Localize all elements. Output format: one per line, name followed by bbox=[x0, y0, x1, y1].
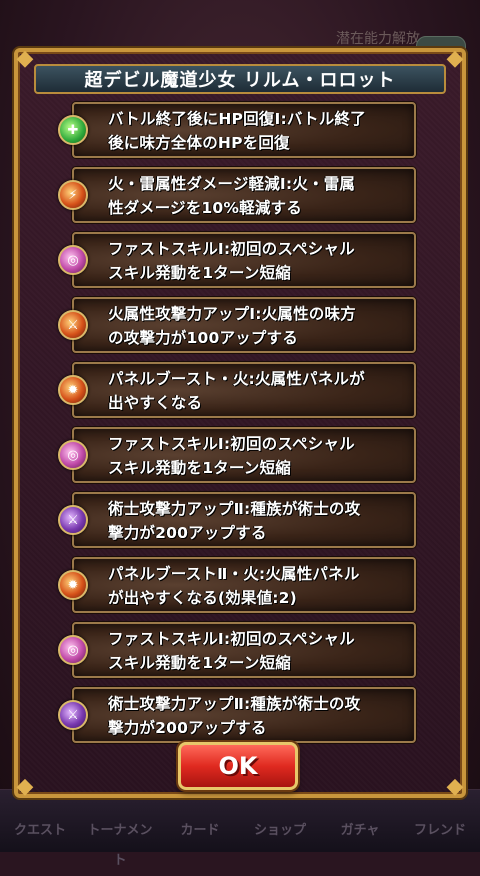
fire-thunder-resist-icon: ⚡ bbox=[58, 180, 88, 210]
ability-item: ⚔ 火属性攻撃力アップⅠ:火属性の味方 の攻撃力が100アップする bbox=[58, 297, 416, 353]
panel-boost-fire-icon: ✹ bbox=[58, 570, 88, 600]
ability-description: ファストスキルⅠ:初回のスペシャル スキル発動を1ターン短縮 bbox=[108, 630, 355, 672]
tab-tournament: トーナメント bbox=[87, 823, 153, 868]
mage-attack-up-icon: ⚔ bbox=[58, 700, 88, 730]
ability-description: パネルブースト・火:火属性パネルが 出やすくなる bbox=[108, 370, 365, 412]
tab-gacha: ガチャ bbox=[340, 823, 380, 838]
ability-item: ⚔ 術士攻撃力アップⅡ:種族が術士の攻 撃力が200アップする bbox=[58, 687, 416, 743]
panel-boost-fire-icon: ✹ bbox=[58, 375, 88, 405]
ability-description: 術士攻撃力アップⅡ:種族が術士の攻 撃力が200アップする bbox=[108, 500, 361, 542]
ability-description: バトル終了後にHP回復Ⅰ:バトル終了 後に味方全体のHPを回復 bbox=[108, 110, 366, 152]
tab-card: カード bbox=[180, 823, 220, 838]
ability-item: ◎ ファストスキルⅠ:初回のスペシャル スキル発動を1ターン短縮 bbox=[58, 622, 416, 678]
tab-quest: クエスト bbox=[13, 823, 66, 838]
ability-list: ✚ バトル終了後にHP回復Ⅰ:バトル終了 後に味方全体のHPを回復 ⚡ 火・雷属… bbox=[58, 102, 416, 752]
ability-item: ✹ パネルブーストⅡ・火:火属性パネル が出やすくなる(効果値:2) bbox=[58, 557, 416, 613]
heal-orb-icon: ✚ bbox=[58, 115, 88, 145]
ability-item: ✹ パネルブースト・火:火属性パネルが 出やすくなる bbox=[58, 362, 416, 418]
ability-description: 術士攻撃力アップⅡ:種族が術士の攻 撃力が200アップする bbox=[108, 695, 361, 737]
first-skill-icon: ◎ bbox=[58, 245, 88, 275]
ok-button-wrapper: OK bbox=[178, 742, 298, 792]
dialog-title-bar: 超デビル魔道少女 リルム・ロロット bbox=[34, 64, 446, 94]
ability-description: パネルブーストⅡ・火:火属性パネル が出やすくなる(効果値:2) bbox=[108, 565, 360, 607]
background-header-hint: 潜在能力解放 bbox=[336, 31, 420, 47]
background-tab-bar: クエスト トーナメント カード ショップ ガチャ フレンド bbox=[0, 789, 480, 868]
first-skill-icon: ◎ bbox=[58, 635, 88, 665]
ability-item: ✚ バトル終了後にHP回復Ⅰ:バトル終了 後に味方全体のHPを回復 bbox=[58, 102, 416, 158]
tab-shop: ショップ bbox=[253, 823, 306, 838]
dialog-title: 超デビル魔道少女 リルム・ロロット bbox=[84, 70, 396, 91]
ability-item: ⚡ 火・雷属性ダメージ軽減Ⅰ:火・雷属 性ダメージを10%軽減する bbox=[58, 167, 416, 223]
corner-ornament-icon: ◆ bbox=[446, 46, 464, 71]
ability-item: ◎ ファストスキルⅠ:初回のスペシャル スキル発動を1ターン短縮 bbox=[58, 427, 416, 483]
corner-ornament-icon: ◆ bbox=[16, 46, 34, 71]
corner-ornament-icon: ◆ bbox=[446, 774, 464, 799]
ability-description: 火・雷属性ダメージ軽減Ⅰ:火・雷属 性ダメージを10%軽減する bbox=[108, 175, 356, 217]
ability-description: 火属性攻撃力アップⅠ:火属性の味方 の攻撃力が100アップする bbox=[108, 305, 356, 347]
fire-attack-up-icon: ⚔ bbox=[58, 310, 88, 340]
first-skill-icon: ◎ bbox=[58, 440, 88, 470]
ok-button[interactable]: OK bbox=[178, 742, 298, 790]
ability-item: ◎ ファストスキルⅠ:初回のスペシャル スキル発動を1ターン短縮 bbox=[58, 232, 416, 288]
ability-item: ⚔ 術士攻撃力アップⅡ:種族が術士の攻 撃力が200アップする bbox=[58, 492, 416, 548]
ability-description: ファストスキルⅠ:初回のスペシャル スキル発動を1ターン短縮 bbox=[108, 240, 355, 282]
ability-description: ファストスキルⅠ:初回のスペシャル スキル発動を1ターン短縮 bbox=[108, 435, 355, 477]
tab-friend: フレンド bbox=[413, 823, 466, 838]
corner-ornament-icon: ◆ bbox=[16, 774, 34, 799]
mage-attack-up-icon: ⚔ bbox=[58, 505, 88, 535]
